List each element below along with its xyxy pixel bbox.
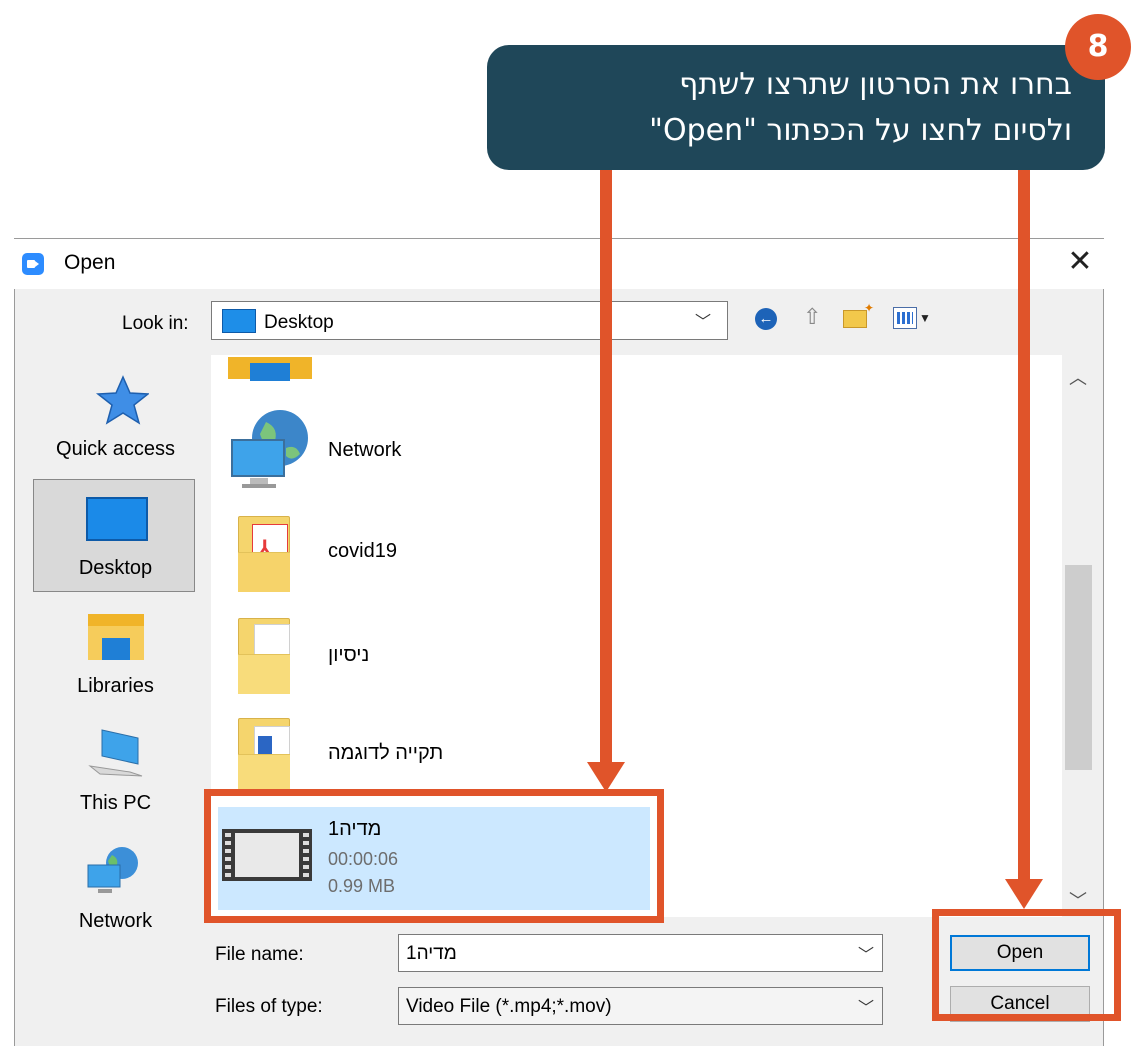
network-globe-icon [228, 408, 310, 492]
annotation-box-file [204, 789, 664, 923]
title-bar [14, 239, 1104, 289]
chevron-down-icon[interactable]: ﹀ [858, 994, 874, 1018]
file-item-example-folder[interactable]: תקייה לדוגמה [328, 742, 443, 765]
place-label-network[interactable]: Network [33, 910, 198, 933]
look-in-label: Look in: [122, 313, 189, 334]
scroll-up-icon[interactable]: ︿ [1069, 364, 1087, 390]
file-item-network[interactable]: Network [328, 439, 401, 462]
chevron-down-icon[interactable]: ﹀ [858, 941, 874, 965]
doc-folder-icon [238, 714, 294, 796]
instruction-text: בחרו את הסרטון שתרצו לשתף ולסיום לחצו על… [487, 62, 1072, 154]
up-folder-icon[interactable]: ⇧ [803, 304, 821, 330]
annotation-box-open [932, 909, 1121, 1021]
file-name-input[interactable] [398, 934, 883, 972]
place-label-libraries[interactable]: Libraries [33, 675, 198, 698]
chevron-down-icon[interactable]: ﹀ [695, 308, 711, 332]
annotation-arrowhead-file [587, 762, 625, 792]
place-label-quick-access[interactable]: Quick access [33, 438, 198, 461]
step-badge: 8 [1065, 14, 1131, 80]
desktop-icon[interactable] [86, 497, 148, 541]
scroll-thumb[interactable] [1065, 565, 1092, 770]
file-type-label: Files of type: [215, 996, 323, 1017]
annotation-arrow-open [1018, 170, 1030, 882]
computer-icon[interactable] [86, 728, 146, 780]
folder-icon [238, 614, 294, 696]
dialog-title: Open [64, 251, 116, 274]
close-icon[interactable]: ✕ [1062, 244, 1098, 280]
new-folder-icon[interactable] [843, 301, 874, 328]
file-name-value[interactable]: מדיה1 [406, 943, 457, 965]
instruction-line-1: בחרו את הסרטון שתרצו לשתף [679, 67, 1072, 102]
network-icon[interactable] [86, 845, 146, 897]
file-item-covid19[interactable]: covid19 [328, 540, 397, 563]
place-label-this-pc[interactable]: This PC [33, 792, 198, 815]
back-icon[interactable]: ← [755, 308, 777, 330]
libraries-icon[interactable] [88, 614, 144, 660]
view-menu-icon[interactable] [893, 307, 917, 329]
zoom-app-icon [22, 253, 44, 275]
annotation-arrowhead-open [1005, 879, 1043, 909]
look-in-value: Desktop [264, 312, 334, 333]
view-dropdown-arrow-icon[interactable]: ▼ [919, 311, 931, 325]
place-label-desktop[interactable]: Desktop [33, 557, 198, 580]
file-type-value[interactable]: Video File (*.mp4;*.mov) [406, 996, 612, 1018]
desktop-icon [222, 309, 256, 333]
annotation-arrow-file [600, 170, 612, 766]
star-icon[interactable] [93, 375, 151, 425]
pdf-folder-icon: ⅄ [238, 512, 294, 594]
instruction-line-2: ולסיום לחצו על הכפתור "Open" [649, 113, 1072, 148]
file-name-label: File name: [215, 944, 304, 965]
file-item-nisayon[interactable]: ניסיון [328, 644, 369, 667]
libraries-icon [228, 357, 312, 381]
